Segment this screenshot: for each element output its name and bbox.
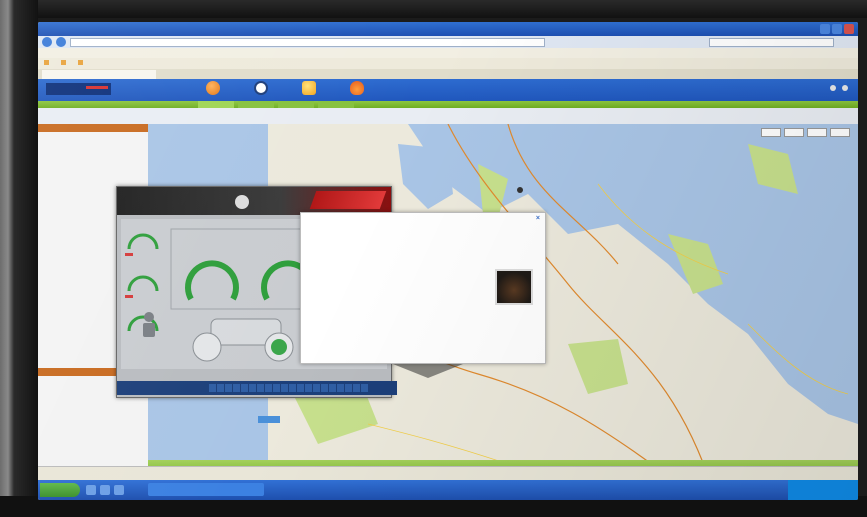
- subnav-tab[interactable]: [278, 101, 314, 108]
- timeline-cell[interactable]: [297, 384, 304, 392]
- flame-icon[interactable]: [350, 81, 364, 95]
- timeline-cell[interactable]: [241, 384, 248, 392]
- brand-stripe: [309, 191, 387, 209]
- gauge-small: [127, 275, 159, 292]
- browser-tab[interactable]: [42, 70, 156, 79]
- subnav-tab[interactable]: [238, 101, 274, 108]
- timeline-cell[interactable]: [353, 384, 360, 392]
- sidebar-panel-content: [38, 132, 148, 136]
- header-link[interactable]: [842, 85, 848, 93]
- map-tool-button[interactable]: [807, 128, 827, 137]
- quick-launch: [86, 485, 124, 495]
- system-tray: [788, 480, 858, 500]
- close-button[interactable]: [844, 24, 854, 34]
- timeline-cell[interactable]: [265, 384, 272, 392]
- header-links: [830, 85, 848, 93]
- timeline-cell[interactable]: [329, 384, 336, 392]
- timeline-cell[interactable]: [225, 384, 232, 392]
- main-area: ×: [38, 124, 858, 476]
- quick-launch-icon[interactable]: [114, 485, 124, 495]
- subnav-tab[interactable]: [198, 101, 234, 108]
- map-toolbar: [761, 128, 850, 137]
- main-nav: [206, 81, 364, 95]
- subnav-tab[interactable]: [318, 101, 354, 108]
- app-logo[interactable]: [46, 83, 111, 95]
- taskbar-window-button[interactable]: [148, 483, 264, 496]
- tractor-icon: [192, 318, 294, 362]
- back-button[interactable]: [42, 37, 52, 47]
- operator-icon: [143, 312, 155, 337]
- gauge-large: [185, 260, 239, 301]
- start-button[interactable]: [40, 483, 80, 497]
- favorite-icon: [78, 60, 83, 66]
- browser-status-bar: [38, 466, 858, 481]
- alert-indicator: [125, 253, 133, 256]
- search-input[interactable]: [709, 37, 834, 47]
- map-tool-button[interactable]: [830, 128, 850, 137]
- timeline-cell[interactable]: [249, 384, 256, 392]
- favorite-icon: [44, 60, 49, 66]
- logo-stripe: [86, 86, 108, 89]
- alert-indicator: [125, 295, 133, 298]
- brand-badge-icon: [235, 195, 249, 209]
- windows-taskbar: [38, 480, 858, 500]
- window-controls: [820, 24, 854, 34]
- forward-button[interactable]: [56, 37, 66, 47]
- timeline-cell[interactable]: [337, 384, 344, 392]
- header-link-icon: [830, 85, 836, 91]
- timeline-cell[interactable]: [345, 384, 352, 392]
- app-header: [38, 79, 858, 101]
- sidebar-panel-title[interactable]: [38, 124, 148, 132]
- white-circle-icon[interactable]: [254, 81, 268, 95]
- browser-title-bar: [38, 22, 858, 36]
- address-row: [38, 36, 858, 48]
- maximize-button[interactable]: [832, 24, 842, 34]
- favorite-icon: [61, 60, 66, 66]
- vehicle-marker[interactable]: [517, 187, 523, 193]
- vehicle-info-popup: ×: [300, 212, 546, 364]
- vehicle-photo[interactable]: [495, 269, 533, 305]
- map-tool-button[interactable]: [761, 128, 781, 137]
- favorites-bar: [38, 58, 858, 69]
- header-link-icon: [842, 85, 848, 91]
- menu-bar: [38, 48, 858, 58]
- dashboard-header: [117, 187, 391, 215]
- orange-circle-icon[interactable]: [206, 81, 220, 95]
- monitor-screen: ×: [38, 22, 858, 500]
- quick-launch-icon[interactable]: [100, 485, 110, 495]
- dashboard-footer: [117, 381, 397, 395]
- gauge-small: [127, 233, 159, 250]
- timeline-cell[interactable]: [361, 384, 368, 392]
- address-bar[interactable]: [70, 37, 545, 47]
- timeline-cell[interactable]: [313, 384, 320, 392]
- map-action-button[interactable]: [258, 416, 280, 423]
- close-icon[interactable]: ×: [536, 215, 540, 222]
- monitor-bezel-top: [0, 0, 867, 18]
- favorite-link[interactable]: [44, 58, 51, 69]
- header-link[interactable]: [830, 85, 836, 93]
- timeline-cells: [209, 384, 368, 392]
- monitor-bezel-left: [0, 0, 38, 517]
- tab-row: [38, 69, 858, 79]
- yellow-folder-icon[interactable]: [302, 81, 316, 95]
- subnav-bar: [38, 101, 858, 108]
- timeline-cell[interactable]: [233, 384, 240, 392]
- timeline-cell[interactable]: [281, 384, 288, 392]
- timeline-cell[interactable]: [305, 384, 312, 392]
- minimize-button[interactable]: [820, 24, 830, 34]
- timeline-cell[interactable]: [209, 384, 216, 392]
- vehicle-details: [311, 225, 481, 245]
- map-tool-button[interactable]: [784, 128, 804, 137]
- favorite-link[interactable]: [78, 58, 85, 69]
- favorite-link[interactable]: [61, 58, 68, 69]
- quick-launch-icon[interactable]: [86, 485, 96, 495]
- timeline-cell[interactable]: [321, 384, 328, 392]
- timeline-cell[interactable]: [273, 384, 280, 392]
- timeline-cell[interactable]: [289, 384, 296, 392]
- timeline-cell[interactable]: [217, 384, 224, 392]
- timeline-cell[interactable]: [257, 384, 264, 392]
